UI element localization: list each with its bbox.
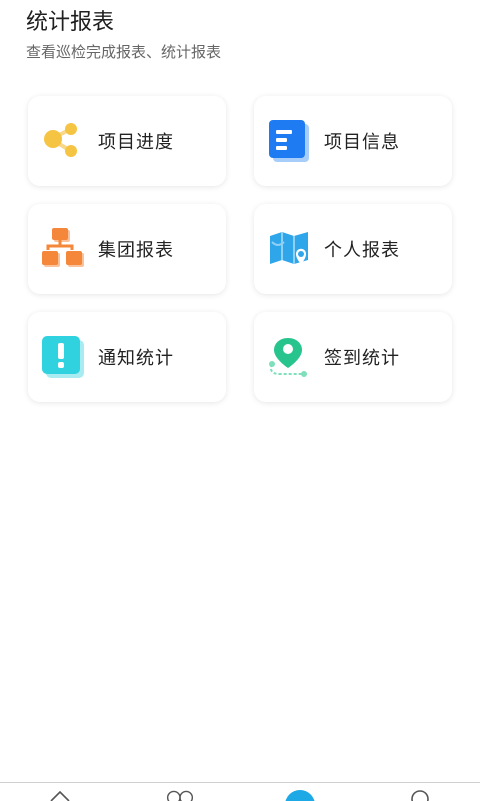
page-title: 统计报表 (26, 10, 115, 35)
home-icon[interactable] (45, 789, 75, 801)
stats-icon[interactable] (285, 789, 315, 801)
org-chart-icon (38, 224, 88, 274)
card-label: 集团报表 (98, 240, 174, 261)
page-header: 统计报表 查看巡检完成报表、统计报表 (26, 8, 221, 62)
card-project-progress[interactable]: 项目进度 (28, 96, 226, 186)
page-subtitle: 查看巡检完成报表、统计报表 (26, 43, 222, 61)
document-icon (264, 116, 314, 166)
card-label: 签到统计 (324, 348, 400, 369)
card-label: 个人报表 (324, 240, 400, 261)
map-pin-icon (264, 224, 314, 274)
card-group-report[interactable]: 集团报表 (28, 204, 226, 294)
share-nodes-icon (38, 116, 88, 166)
people-icon[interactable] (165, 789, 195, 801)
card-label: 通知统计 (98, 348, 174, 369)
card-checkin-stats[interactable]: 签到统计 (254, 312, 452, 402)
card-project-info[interactable]: 项目信息 (254, 96, 452, 186)
card-label: 项目进度 (98, 132, 174, 153)
card-label: 项目信息 (324, 132, 400, 153)
card-personal-report[interactable]: 个人报表 (254, 204, 452, 294)
exclamation-icon (38, 332, 88, 382)
profile-icon[interactable] (405, 789, 435, 801)
bottom-nav (0, 782, 480, 801)
location-route-icon (264, 332, 314, 382)
card-notice-stats[interactable]: 通知统计 (28, 312, 226, 402)
